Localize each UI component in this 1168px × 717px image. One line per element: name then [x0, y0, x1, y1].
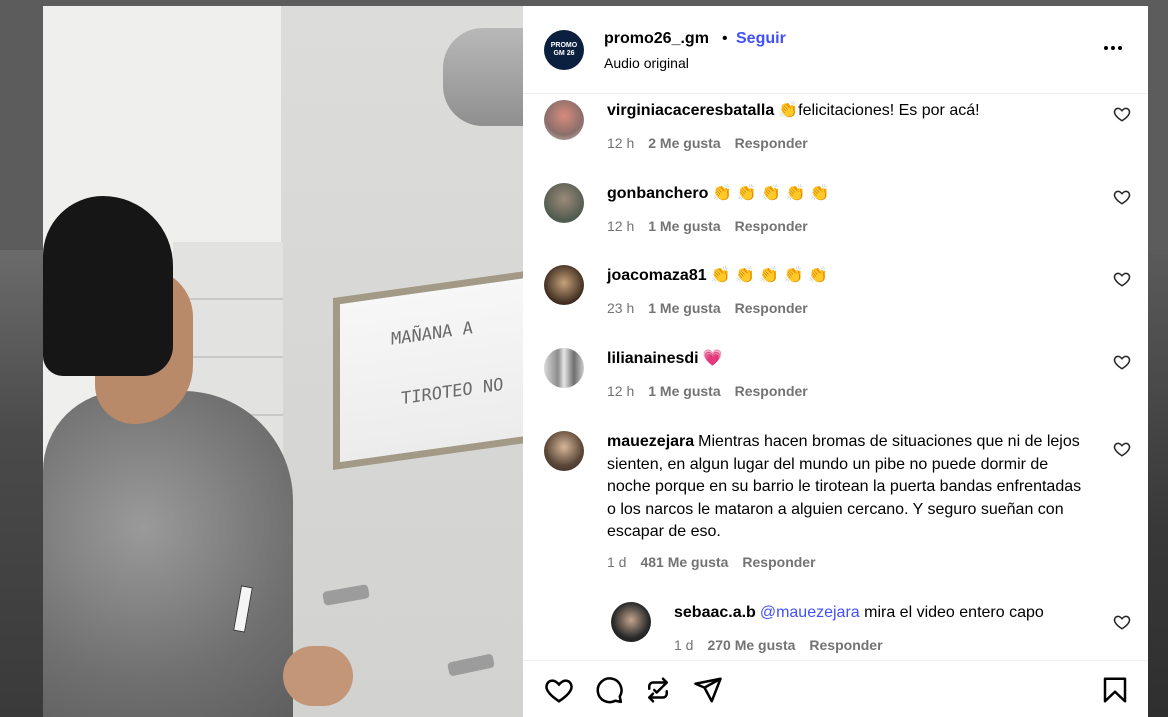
- comment-body: sebaac.a.b @mauezejara mira el video ente…: [674, 602, 1094, 625]
- comment-username[interactable]: gonbanchero: [607, 185, 708, 202]
- comment-body: joacomaza81 👏 👏 👏 👏 👏: [607, 265, 1087, 288]
- comment-text: 👏felicitaciones! Es por acá!: [778, 102, 980, 119]
- comment-item: mauezejara Mientras hacen bromas de situa…: [523, 425, 1148, 573]
- avatar-logo-text: PROMO GM 26: [550, 42, 578, 57]
- more-options-icon[interactable]: [1101, 36, 1125, 60]
- profile-username[interactable]: promo26_.gm: [604, 30, 709, 48]
- like-comment-heart-icon[interactable]: [1113, 440, 1131, 458]
- comment-time[interactable]: 1 d: [607, 554, 626, 570]
- comment-item: joacomaza81 👏 👏 👏 👏 👏 23 h 1 Me gusta Res…: [523, 259, 1148, 329]
- comment-time[interactable]: 12 h: [607, 218, 634, 234]
- comment-meta: 12 h 1 Me gusta Responder: [607, 218, 808, 234]
- post-action-bar: [523, 660, 1148, 717]
- comment-text: 👏 👏 👏 👏 👏: [712, 185, 830, 202]
- like-comment-heart-icon[interactable]: [1113, 613, 1131, 631]
- reply-item: sebaac.a.b @mauezejara mira el video ente…: [523, 596, 1148, 660]
- post-video[interactable]: MAÑANA A TIROTEO NO: [43, 6, 523, 717]
- commenter-avatar[interactable]: [544, 431, 584, 471]
- audio-label[interactable]: Audio original: [604, 55, 689, 71]
- like-comment-heart-icon[interactable]: [1113, 353, 1131, 371]
- comment-likes[interactable]: 1 Me gusta: [648, 383, 720, 399]
- separator-dot: •: [722, 30, 728, 47]
- video-person-hair: [43, 196, 173, 376]
- like-comment-heart-icon[interactable]: [1113, 188, 1131, 206]
- reply-button[interactable]: Responder: [809, 637, 882, 653]
- comment-body: mauezejara Mientras hacen bromas de situa…: [607, 431, 1087, 544]
- comment-likes[interactable]: 481 Me gusta: [640, 554, 728, 570]
- repost-icon[interactable]: [643, 675, 673, 705]
- comment-text: 💗: [702, 350, 723, 367]
- comment-username[interactable]: lilianainesdi: [607, 350, 699, 367]
- comment-meta: 1 d 270 Me gusta Responder: [674, 637, 883, 653]
- comments-list[interactable]: virginiacaceresbatalla 👏felicitaciones! E…: [523, 94, 1148, 660]
- comment-username[interactable]: joacomaza81: [607, 267, 707, 284]
- heart-icon[interactable]: [544, 675, 574, 705]
- profile-avatar[interactable]: PROMO GM 26: [544, 30, 584, 70]
- comment-item: lilianainesdi 💗 12 h 1 Me gusta Responder: [523, 342, 1148, 412]
- next-post-preview[interactable]: [1146, 250, 1168, 717]
- comment-meta: 12 h 1 Me gusta Responder: [607, 383, 808, 399]
- comment-username[interactable]: virginiacaceresbatalla: [607, 102, 774, 119]
- comment-body: virginiacaceresbatalla 👏felicitaciones! E…: [607, 100, 1087, 123]
- post-header: PROMO GM 26 promo26_.gm • Seguir Audio o…: [523, 6, 1148, 94]
- comment-likes[interactable]: 270 Me gusta: [707, 637, 795, 653]
- comment-meta: 1 d 481 Me gusta Responder: [607, 554, 816, 570]
- comment-likes[interactable]: 2 Me gusta: [648, 135, 720, 151]
- comment-likes[interactable]: 1 Me gusta: [648, 218, 720, 234]
- send-icon[interactable]: [693, 675, 723, 705]
- reply-button[interactable]: Responder: [735, 300, 808, 316]
- comment-body: gonbanchero 👏 👏 👏 👏 👏: [607, 183, 1087, 206]
- commenter-avatar[interactable]: [544, 348, 584, 388]
- comment-text: mira el video entero capo: [859, 604, 1044, 621]
- video-person-body: [43, 391, 293, 717]
- video-air-conditioner: [443, 28, 523, 126]
- reply-button[interactable]: Responder: [735, 383, 808, 399]
- comment-item: virginiacaceresbatalla 👏felicitaciones! E…: [523, 94, 1148, 164]
- comment-icon[interactable]: [594, 675, 624, 705]
- comment-time[interactable]: 12 h: [607, 383, 634, 399]
- comment-time[interactable]: 23 h: [607, 300, 634, 316]
- comment-text: 👏 👏 👏 👏 👏: [710, 267, 828, 284]
- reply-button[interactable]: Responder: [735, 218, 808, 234]
- reply-button[interactable]: Responder: [735, 135, 808, 151]
- comment-mention-link[interactable]: @mauezejara: [760, 604, 860, 621]
- comment-time[interactable]: 12 h: [607, 135, 634, 151]
- comments-panel: PROMO GM 26 promo26_.gm • Seguir Audio o…: [523, 6, 1148, 717]
- like-comment-heart-icon[interactable]: [1113, 270, 1131, 288]
- like-comment-heart-icon[interactable]: [1113, 105, 1131, 123]
- comment-meta: 12 h 2 Me gusta Responder: [607, 135, 808, 151]
- commenter-avatar[interactable]: [611, 602, 651, 642]
- follow-button[interactable]: Seguir: [736, 30, 786, 48]
- commenter-avatar[interactable]: [544, 183, 584, 223]
- bookmark-icon[interactable]: [1100, 675, 1130, 705]
- comment-likes[interactable]: 1 Me gusta: [648, 300, 720, 316]
- reply-button[interactable]: Responder: [742, 554, 815, 570]
- video-mirror: [333, 269, 523, 471]
- comment-body: lilianainesdi 💗: [607, 348, 1087, 371]
- comment-item: gonbanchero 👏 👏 👏 👏 👏 12 h 1 Me gusta Res…: [523, 177, 1148, 247]
- comment-time[interactable]: 1 d: [674, 637, 693, 653]
- video-hand: [283, 646, 353, 706]
- commenter-avatar[interactable]: [544, 265, 584, 305]
- previous-post-preview[interactable]: [0, 250, 44, 717]
- commenter-avatar[interactable]: [544, 100, 584, 140]
- comment-username[interactable]: mauezejara: [607, 433, 694, 450]
- comment-meta: 23 h 1 Me gusta Responder: [607, 300, 808, 316]
- comment-username[interactable]: sebaac.a.b: [674, 604, 756, 621]
